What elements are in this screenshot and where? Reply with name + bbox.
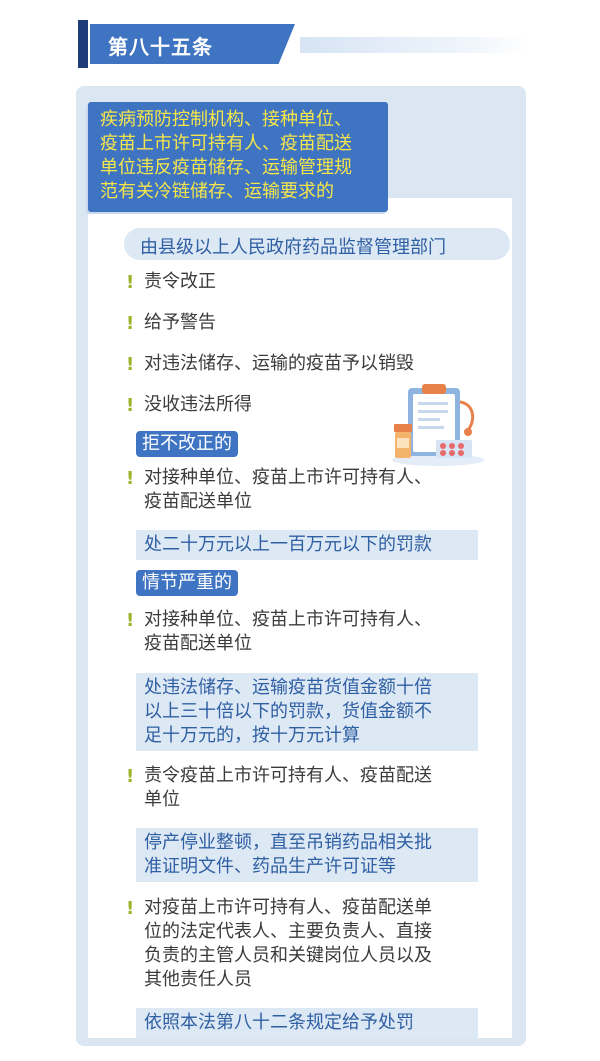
result-line: 处违法储存、运输疫苗货值金额十倍 [144,677,432,698]
violation-line: 疾病预防控制机构、接种单位、 [100,109,352,130]
target-line: 对接种单位、疫苗上市许可持有人、 [144,467,432,488]
result-box: 处违法储存、运输疫苗货值金额十倍 以上三十倍以下的罚款，货值金额不 足十万元的，… [136,673,478,751]
pill-blister-icon [436,440,472,458]
medicine-illustration [392,384,484,466]
result-line: 以上三十倍以下的罚款，货值金额不 [144,701,432,722]
target-line: 单位 [144,789,180,810]
result-line: 足十万元的，按十万元计算 [144,725,360,746]
authority-text: 由县级以上人民政府药品监督管理部门 [140,237,446,258]
target-line: 位的法定代表人、主要负责人、直接 [144,921,432,942]
result-line: 依照本法第八十二条规定给予处罚 [144,1012,414,1033]
target-line: 疫苗配送单位 [144,633,252,654]
header-gradient-bar [300,37,528,53]
penalty-item: ! 给予警告 [126,312,216,334]
target-line: 对接种单位、疫苗上市许可持有人、 [144,609,432,630]
violation-title-text: 疾病预防控制机构、接种单位、 疫苗上市许可持有人、疫苗配送 单位违反疫苗储存、运… [100,108,382,204]
target-line: 疫苗配送单位 [144,491,252,512]
result-box: 处二十万元以上一百万元以下的罚款 [136,530,478,560]
result-box: 依照本法第八十二条规定给予处罚 [136,1008,478,1038]
section-header: 第八十五条 [78,20,528,68]
target-line: 其他责任人员 [144,969,252,990]
target-item: ! 责令疫苗上市许可持有人、疫苗配送 单位 [126,764,476,812]
exclamation-icon: ! [126,898,135,919]
penalty-item: ! 对违法储存、运输的疫苗予以销毁 [126,353,414,375]
target-line: 责令疫苗上市许可持有人、疫苗配送 [144,765,432,786]
authority-pill: 由县级以上人民政府药品监督管理部门 [124,228,510,260]
target-line: 负责的主管人员和关键岗位人员以及 [144,945,432,966]
exclamation-icon: ! [126,395,135,416]
stethoscope-icon [459,400,475,436]
penalty-item: ! 责令改正 [126,271,216,293]
exclamation-icon: ! [126,468,135,489]
result-line: 停产停业整顿，直至吊销药品相关批 [144,832,432,853]
refuse-badge: 拒不改正的 [136,431,238,457]
exclamation-icon: ! [126,272,135,293]
violation-line: 疫苗上市许可持有人、疫苗配送 [100,133,352,154]
exclamation-icon: ! [126,354,135,375]
target-item: ! 对疫苗上市许可持有人、疫苗配送单 位的法定代表人、主要负责人、直接 负责的主… [126,896,476,992]
violation-line: 单位违反疫苗储存、运输管理规 [100,157,352,178]
article-title: 第八十五条 [108,35,213,59]
exclamation-icon: ! [126,610,135,631]
result-line: 准证明文件、药品生产许可证等 [144,856,396,877]
violation-line: 范有关冷链储存、运输要求的 [100,181,334,202]
serious-badge: 情节严重的 [136,570,238,596]
target-item: ! 对接种单位、疫苗上市许可持有人、 疫苗配送单位 [126,466,476,514]
exclamation-icon: ! [126,766,135,787]
result-line: 处二十万元以上一百万元以下的罚款 [144,534,432,555]
result-box: 停产停业整顿，直至吊销药品相关批 准证明文件、药品生产许可证等 [136,828,478,882]
exclamation-icon: ! [126,313,135,334]
violation-title-box: 疾病预防控制机构、接种单位、 疫苗上市许可持有人、疫苗配送 单位违反疫苗储存、运… [88,102,388,212]
target-item: ! 对接种单位、疫苗上市许可持有人、 疫苗配送单位 [126,608,476,656]
target-line: 对疫苗上市许可持有人、疫苗配送单 [144,897,432,918]
penalty-item: ! 没收违法所得 [126,394,252,416]
header-accent-stripe [78,20,88,68]
medicine-bottle-icon [394,424,412,458]
